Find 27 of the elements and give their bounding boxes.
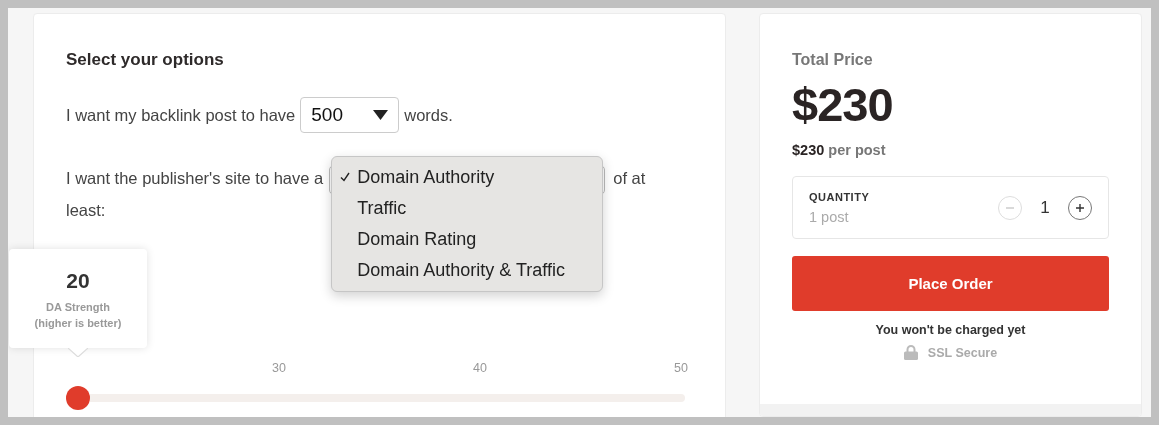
sentence-text: words. xyxy=(404,105,453,125)
tick-label: 40 xyxy=(473,360,487,375)
menu-item[interactable]: Domain Authority xyxy=(332,161,603,193)
charge-note: You won't be charged yet xyxy=(874,323,1027,337)
place-order-button[interactable]: Place Order xyxy=(792,256,1109,311)
sentence-text: I want the publisher's site to have a xyxy=(66,169,324,187)
quantity-label: QUANTITY xyxy=(809,190,871,203)
quantity-detail: 1 post xyxy=(809,208,850,225)
unit-price: $230 xyxy=(792,142,825,158)
menu-item[interactable]: Traffic xyxy=(332,192,603,224)
sentence-text: of at xyxy=(613,169,646,187)
ssl-secure-label: SSL Secure xyxy=(927,345,998,360)
tick-label: 50 xyxy=(674,360,688,375)
total-price: $230 xyxy=(792,77,894,132)
word-count-select[interactable]: 500 xyxy=(300,97,400,133)
sentence-text: I want my backlink post to have xyxy=(66,105,296,125)
menu-item[interactable]: Domain Rating xyxy=(332,223,603,255)
tick-label: 30 xyxy=(272,360,286,375)
total-price-label: Total Price xyxy=(792,51,874,69)
sentence-text: least: xyxy=(66,199,106,221)
menu-item[interactable]: Domain Authority & Traffic xyxy=(332,254,603,286)
tooltip-label: (higher is better) xyxy=(34,315,122,331)
quantity-value: 1 xyxy=(1039,197,1051,218)
unit-label: per post xyxy=(828,142,886,158)
section-title: Select your options xyxy=(66,50,225,70)
tooltip-label: DA Strength xyxy=(46,299,110,315)
tooltip-value: 20 xyxy=(66,268,90,293)
